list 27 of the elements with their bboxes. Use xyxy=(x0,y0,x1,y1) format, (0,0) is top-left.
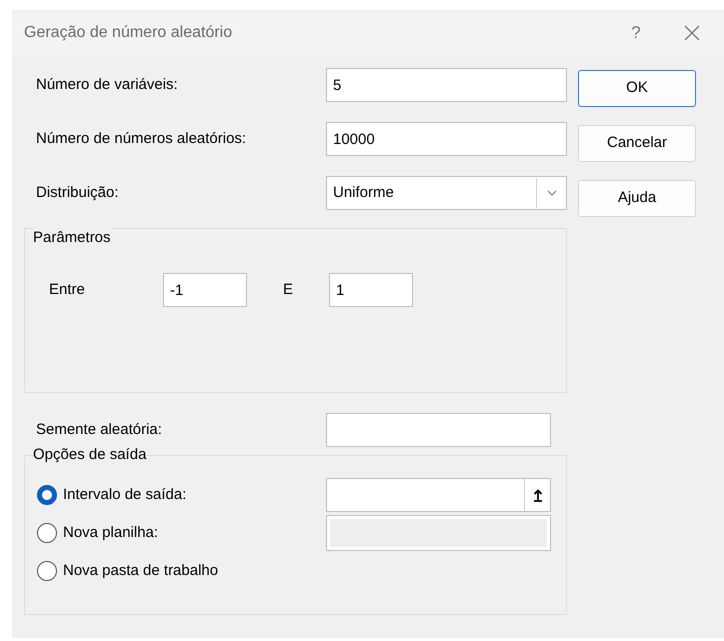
number-field[interactable]: 5 xyxy=(326,68,567,102)
radio-label: Nova planilha: xyxy=(63,522,158,543)
radio-button[interactable] xyxy=(37,561,57,581)
field-label: E xyxy=(282,280,294,300)
upload-arrow-icon xyxy=(532,488,542,502)
distribution-dropdown[interactable]: Uniforme xyxy=(326,176,567,210)
dialog-button[interactable]: Cancelar xyxy=(578,125,696,162)
field-label: Entre xyxy=(49,280,86,300)
radio-button[interactable] xyxy=(37,523,57,543)
field-label: Semente aleatória: xyxy=(35,420,163,440)
radio-label: Nova pasta de trabalho xyxy=(63,560,218,581)
seed-field[interactable] xyxy=(326,413,551,447)
radio-button[interactable] xyxy=(37,485,57,505)
radio-label: Intervalo de saída: xyxy=(63,484,186,505)
range-field[interactable] xyxy=(326,478,551,512)
number-field[interactable]: 10000 xyxy=(326,122,567,156)
from-field[interactable]: -1 xyxy=(163,273,247,307)
help-button[interactable]: ? xyxy=(620,20,652,46)
dialog-button[interactable]: Ajuda xyxy=(578,180,696,217)
dialog-button[interactable]: OK xyxy=(578,70,696,107)
field-label: Número de números aleatórios: xyxy=(35,128,248,149)
field-label: Número de variáveis: xyxy=(35,74,179,95)
close-icon[interactable] xyxy=(684,25,700,41)
window-title: Geração de número aleatório xyxy=(24,23,232,43)
chevron-down-icon xyxy=(546,190,556,196)
to-field[interactable]: 1 xyxy=(329,273,413,307)
field-label: Distribuição: xyxy=(35,182,120,203)
